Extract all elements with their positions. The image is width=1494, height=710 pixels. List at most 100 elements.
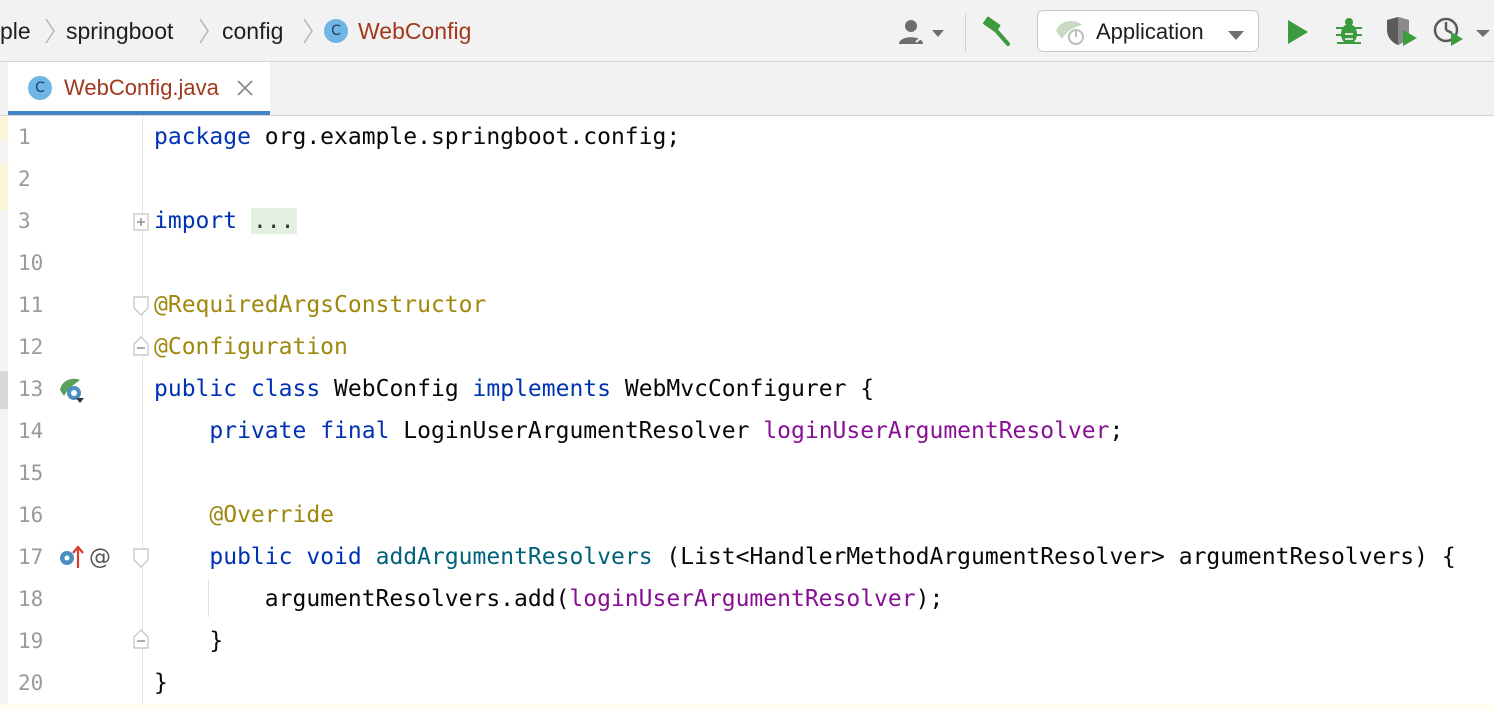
breadcrumb-item-project[interactable]: ple <box>0 15 31 47</box>
keyword: void <box>306 544 362 570</box>
fold-start-icon[interactable] <box>133 548 149 568</box>
code-text: org.example.springboot.config; <box>250 124 681 150</box>
code-text: WebMvcConfigurer { <box>611 376 875 402</box>
line-number: 13 <box>18 377 44 401</box>
code-line-11[interactable]: @RequiredArgsConstructor <box>154 284 486 326</box>
collapse-fold-icon[interactable] <box>133 629 149 649</box>
keyword: public <box>154 376 238 402</box>
run-icon[interactable] <box>1286 18 1310 54</box>
line-number: 19 <box>18 629 44 653</box>
code-line-14[interactable]: private final LoginUserArgumentResolver … <box>154 410 1123 452</box>
line-number: 18 <box>18 587 44 611</box>
navigation-bar: ple springboot config C WebConfig Applic… <box>0 0 1494 62</box>
close-icon[interactable] <box>236 79 254 102</box>
breadcrumb-item-springboot[interactable]: springboot <box>66 15 173 47</box>
keyword: class <box>250 376 321 402</box>
method-name: addArgumentResolvers <box>375 544 653 570</box>
current-line-marker <box>0 371 8 409</box>
editor-tab-bar: C WebConfig.java <box>0 62 1494 116</box>
change-marker <box>0 164 8 210</box>
line-number: 3 <box>18 209 31 233</box>
coverage-icon[interactable] <box>1384 16 1418 52</box>
run-configuration-label: Application <box>1096 19 1204 44</box>
code-text: ; <box>1109 418 1124 444</box>
line-number: 11 <box>18 293 44 317</box>
code-editor[interactable]: 1 2 3 10 11 12 13 14 15 16 17 18 19 20 @… <box>0 116 1494 710</box>
editor-bottom-edge <box>0 704 1494 710</box>
expand-fold-icon[interactable] <box>133 213 149 231</box>
keyword: private <box>209 418 307 444</box>
line-number: 10 <box>18 251 44 275</box>
code-line-13[interactable]: public class WebConfig implements WebMvc… <box>154 368 874 410</box>
user-icon[interactable] <box>896 18 950 54</box>
breadcrumb-chevron-icon <box>198 17 210 45</box>
annotation: @Override <box>209 502 335 528</box>
debug-icon[interactable] <box>1334 16 1364 52</box>
chevron-down-icon <box>1228 28 1244 46</box>
class-icon: C <box>28 76 52 100</box>
keyword: import <box>154 208 238 234</box>
code-line-16[interactable]: @Override <box>154 494 334 536</box>
line-number: 15 <box>18 461 44 485</box>
code-text: ); <box>915 586 944 612</box>
field-name: loginUserArgumentResolver <box>569 586 916 612</box>
code-line-18[interactable]: argumentResolvers.add(loginUserArgumentR… <box>154 578 944 620</box>
code-line-20[interactable]: } <box>154 662 168 704</box>
line-number: 12 <box>18 335 44 359</box>
breadcrumb-chevron-icon <box>44 17 56 45</box>
line-number: 20 <box>18 671 44 695</box>
line-number: 2 <box>18 167 31 191</box>
active-tab-indicator <box>8 111 270 115</box>
spring-boot-icon <box>1054 17 1088 53</box>
change-marker-strip <box>0 116 8 710</box>
overrides-method-icon[interactable] <box>58 544 84 570</box>
code-text: (List<HandlerMethodArgumentResolver> arg… <box>652 544 1456 570</box>
hammer-icon[interactable] <box>980 16 1014 52</box>
fold-start-icon[interactable] <box>133 296 149 316</box>
code-line-3[interactable]: import ... <box>154 200 297 242</box>
annotation: @Configuration <box>154 334 348 360</box>
profile-icon[interactable] <box>1432 16 1494 52</box>
keyword: public <box>209 544 293 570</box>
breadcrumb-item-config[interactable]: config <box>222 15 283 47</box>
code-line-1[interactable]: package org.example.springboot.config; <box>154 116 680 158</box>
keyword: implements <box>472 376 612 402</box>
editor-gutter[interactable]: 1 2 3 10 11 12 13 14 15 16 17 18 19 20 @ <box>0 116 149 710</box>
breadcrumb-chevron-icon <box>302 17 314 45</box>
tab-webconfig-java[interactable]: C WebConfig.java <box>8 62 270 115</box>
keyword: final <box>320 418 390 444</box>
run-configuration-dropdown[interactable]: Application <box>1037 10 1259 52</box>
spring-bean-icon[interactable] <box>58 376 86 404</box>
type-name: LoginUserArgumentResolver <box>389 418 764 444</box>
code-line-12[interactable]: @Configuration <box>154 326 348 368</box>
folded-imports[interactable]: ... <box>250 208 297 234</box>
change-marker <box>0 116 8 140</box>
toolbar-divider <box>965 14 966 52</box>
field-name: loginUserArgumentResolver <box>763 418 1110 444</box>
line-number: 14 <box>18 419 44 443</box>
breadcrumb-item-current[interactable]: WebConfig <box>358 15 471 47</box>
line-number: 16 <box>18 503 44 527</box>
code-line-17[interactable]: public void addArgumentResolvers (List<H… <box>154 536 1456 578</box>
annotation-icon[interactable]: @ <box>89 537 111 579</box>
code-line-19[interactable]: } <box>154 620 223 662</box>
tab-label: WebConfig.java <box>64 75 219 100</box>
collapse-fold-icon[interactable] <box>133 336 149 356</box>
class-name: WebConfig <box>320 376 473 402</box>
keyword: package <box>154 124 251 150</box>
code-text: } <box>154 628 224 654</box>
code-text: argumentResolvers.add( <box>264 586 570 612</box>
line-number: 1 <box>18 125 31 149</box>
annotation: @RequiredArgsConstructor <box>154 292 487 318</box>
line-number: 17 <box>18 545 44 569</box>
class-icon: C <box>324 19 348 43</box>
